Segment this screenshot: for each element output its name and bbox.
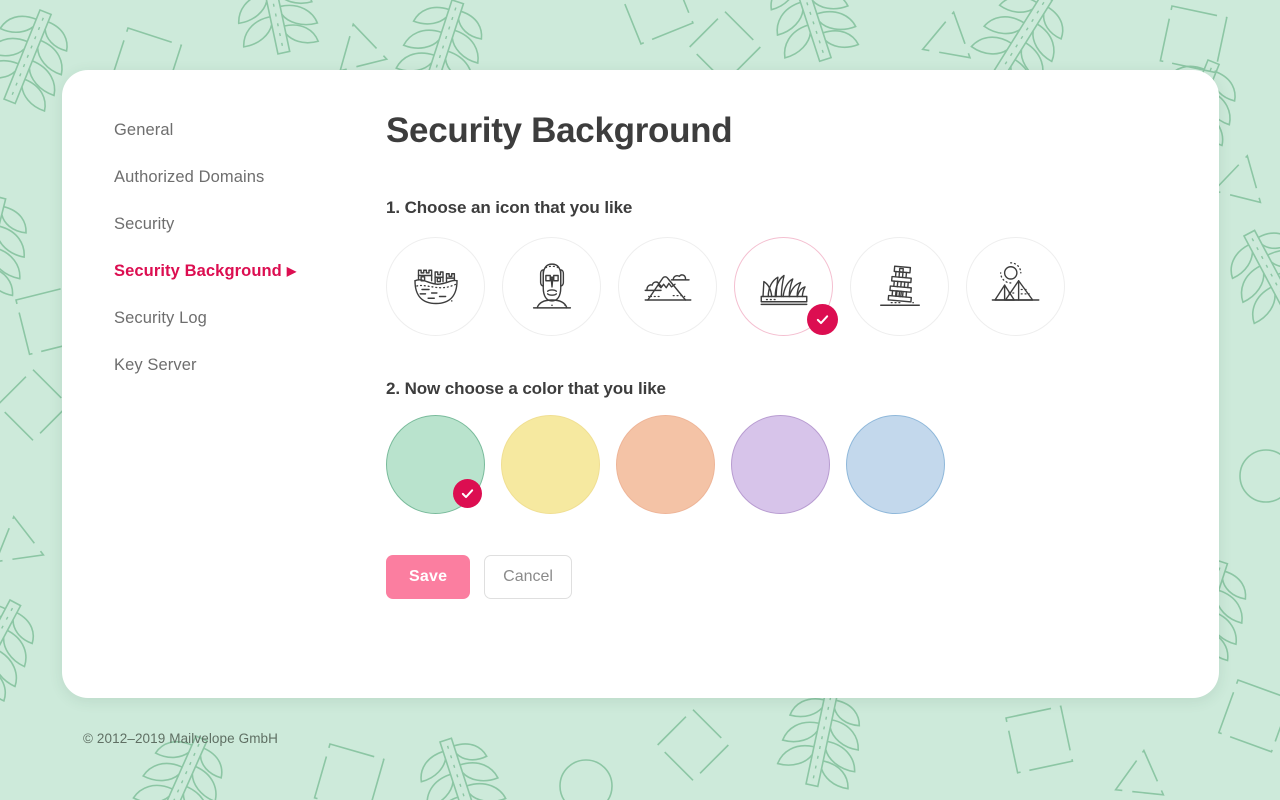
icon-option-great-wall[interactable] <box>386 236 485 336</box>
color-swatch <box>616 414 715 514</box>
sidebar-item-security[interactable]: Security <box>114 216 362 233</box>
mount-fuji-icon <box>644 274 691 301</box>
color-section-heading: 2. Now choose a color that you like <box>386 378 666 398</box>
color-option-yellow[interactable] <box>501 414 600 514</box>
sidebar-item-security-background[interactable]: Security Background ▶ <box>114 263 362 280</box>
sidebar-item-key-server[interactable]: Key Server <box>114 357 362 374</box>
icon-option-moai[interactable] <box>502 236 601 336</box>
selected-check-badge <box>807 303 838 335</box>
settings-main-panel: Security Background 1. Choose an icon th… <box>362 70 1219 698</box>
color-option-orange[interactable] <box>616 414 715 514</box>
color-chooser <box>386 414 1179 514</box>
icon-option-pyramids[interactable] <box>966 236 1065 336</box>
color-swatch <box>731 414 830 514</box>
footer-copyright: © 2012–2019 Mailvelope GmbH <box>83 731 279 746</box>
sidebar-item-security-log[interactable]: Security Log <box>114 310 362 327</box>
settings-card: General Authorized Domains Security Secu… <box>62 70 1219 698</box>
cancel-button[interactable]: Cancel <box>484 554 572 599</box>
sidebar-item-label: General <box>114 121 174 139</box>
sidebar-item-general[interactable]: General <box>114 122 362 139</box>
pyramids-icon <box>991 262 1039 301</box>
icon-option-leaning-tower-pisa[interactable] <box>850 236 949 336</box>
leaning-tower-pisa-icon <box>879 265 920 306</box>
color-option-green[interactable] <box>386 414 485 514</box>
moai-icon <box>532 263 571 309</box>
icon-section-heading: 1. Choose an icon that you like <box>386 197 633 217</box>
save-button[interactable]: Save <box>386 554 471 599</box>
form-actions: Save Cancel <box>386 554 1179 599</box>
color-option-purple[interactable] <box>731 414 830 514</box>
sidebar-item-label: Authorized Domains <box>114 168 265 186</box>
color-swatch <box>846 414 945 514</box>
selected-check-badge <box>453 478 482 508</box>
sidebar-item-label: Security Log <box>114 309 207 327</box>
sidebar-item-authorized-domains[interactable]: Authorized Domains <box>114 169 362 186</box>
page-title: Security Background <box>386 111 733 150</box>
icon-option-mount-fuji[interactable] <box>618 236 717 336</box>
sidebar-item-label: Security <box>114 215 175 233</box>
color-swatch <box>501 414 600 514</box>
chevron-right-icon: ▶ <box>286 264 297 278</box>
icon-chooser <box>386 236 1179 336</box>
color-option-blue[interactable] <box>846 414 945 514</box>
great-wall-icon <box>413 269 458 305</box>
sidebar-item-label: Security Background <box>114 262 282 280</box>
sydney-opera-house-icon <box>760 274 807 306</box>
icon-option-sydney-opera-house[interactable] <box>734 236 838 336</box>
sidebar-item-label: Key Server <box>114 356 197 374</box>
settings-sidebar: General Authorized Domains Security Secu… <box>62 70 362 698</box>
